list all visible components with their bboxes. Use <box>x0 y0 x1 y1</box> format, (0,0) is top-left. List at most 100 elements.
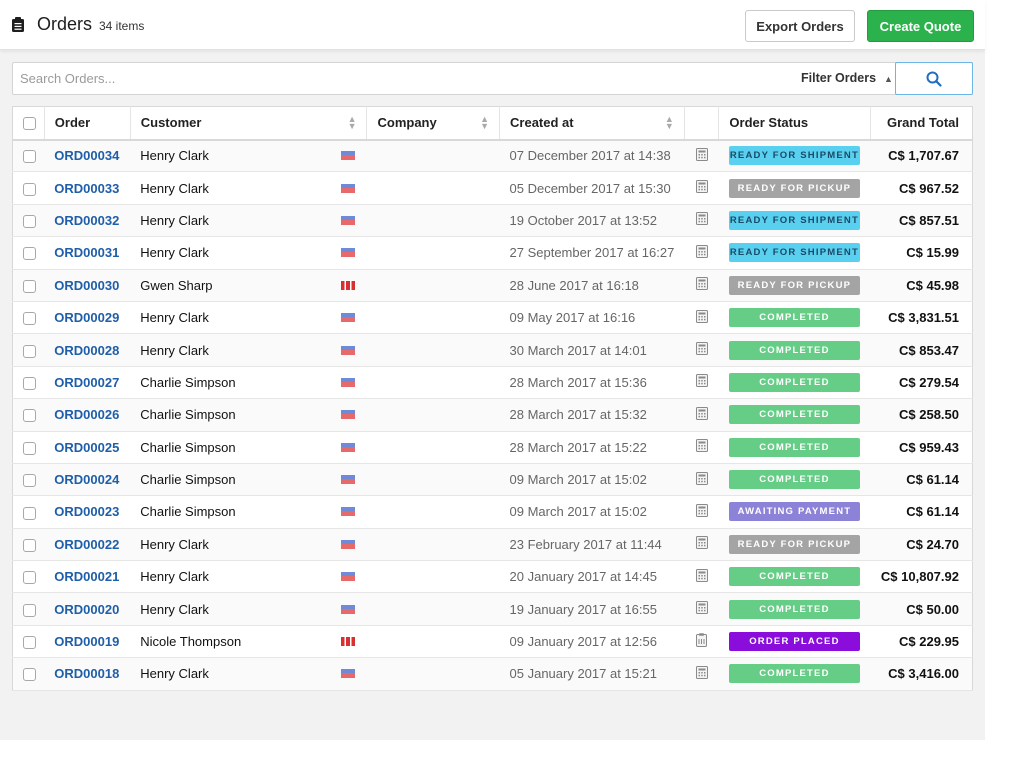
table-row[interactable]: ORD00023 Charlie Simpson 09 March 2017 a… <box>12 495 973 529</box>
order-link[interactable]: ORD00029 <box>54 310 119 325</box>
row-checkbox[interactable] <box>23 312 36 326</box>
calculator-icon[interactable] <box>695 244 708 261</box>
order-link[interactable]: ORD00027 <box>54 375 119 390</box>
us-flag-icon <box>340 604 355 614</box>
order-link[interactable]: ORD00033 <box>54 181 119 196</box>
table-row[interactable]: ORD00025 Charlie Simpson 28 March 2017 a… <box>12 431 973 464</box>
order-link[interactable]: ORD00031 <box>54 245 119 260</box>
company-cell <box>367 237 500 269</box>
table-row[interactable]: ORD00021 Henry Clark 20 January 2017 at … <box>12 560 973 593</box>
column-company[interactable]: Company ▲ ▼ <box>366 106 501 140</box>
row-checkbox[interactable] <box>23 279 36 293</box>
icon-cell <box>684 172 719 204</box>
search-button[interactable] <box>895 62 973 95</box>
table-row[interactable]: ORD00018 Henry Clark 05 January 2017 at … <box>12 657 973 691</box>
order-link[interactable]: ORD00021 <box>54 569 119 584</box>
order-link[interactable]: ORD00023 <box>54 504 119 519</box>
row-select-cell <box>13 172 45 204</box>
calculator-icon[interactable] <box>695 536 708 552</box>
grand-total-cell: C$ 61.14 <box>906 504 959 520</box>
status-badge: COMPLETED <box>728 664 860 684</box>
row-checkbox[interactable] <box>23 603 36 617</box>
calculator-icon[interactable] <box>695 601 708 617</box>
column-created-at[interactable]: Created at ▲ ▼ <box>499 106 685 140</box>
row-checkbox[interactable] <box>23 636 36 650</box>
order-link[interactable]: ORD00025 <box>54 440 119 455</box>
created-at-cell: 28 June 2017 at 16:18 <box>509 277 639 293</box>
table-row[interactable]: ORD00024 Charlie Simpson 09 March 2017 a… <box>12 463 973 496</box>
calculator-icon[interactable] <box>695 503 708 520</box>
order-link[interactable]: ORD00022 <box>54 537 119 552</box>
company-cell <box>367 625 500 657</box>
created-at-cell: 19 January 2017 at 16:55 <box>509 601 657 617</box>
table-row[interactable]: ORD00028 Henry Clark 30 March 2017 at 14… <box>12 333 973 367</box>
calculator-icon[interactable] <box>695 277 708 293</box>
table-row[interactable]: ORD00034 Henry Clark 07 December 2017 at… <box>12 139 973 172</box>
order-link[interactable]: ORD00030 <box>54 278 119 293</box>
calculator-icon[interactable] <box>695 342 708 358</box>
calculator-icon[interactable] <box>695 439 708 455</box>
row-checkbox[interactable] <box>23 538 36 552</box>
row-checkbox[interactable] <box>23 376 36 390</box>
row-checkbox[interactable] <box>23 150 36 164</box>
order-link[interactable]: ORD00028 <box>54 343 119 358</box>
calculator-icon[interactable] <box>695 471 708 488</box>
row-checkbox[interactable] <box>23 474 36 488</box>
table-row[interactable]: ORD00031 Henry Clark 27 September 2017 a… <box>12 236 973 270</box>
search-input[interactable] <box>13 63 713 94</box>
order-cell: ORD00034 <box>44 140 130 172</box>
order-link[interactable]: ORD00018 <box>54 666 119 681</box>
row-select-cell <box>13 431 45 463</box>
filter-orders-select[interactable]: Filter Orders ▲▼ <box>801 71 902 85</box>
calculator-icon[interactable] <box>695 665 708 682</box>
calculator-icon[interactable] <box>695 374 708 390</box>
us-flag-icon <box>340 442 355 452</box>
calculator-icon[interactable] <box>695 212 708 228</box>
customer-cell: Henry Clark <box>130 561 367 593</box>
calculator-icon[interactable] <box>695 180 708 196</box>
table-row[interactable]: ORD00030 Gwen Sharp 28 June 2017 at 16:1… <box>12 269 973 302</box>
order-link[interactable]: ORD00034 <box>54 148 119 163</box>
row-checkbox[interactable] <box>23 409 36 423</box>
row-checkbox[interactable] <box>23 441 36 455</box>
customer-name: Gwen Sharp <box>140 277 213 293</box>
calculator-icon[interactable] <box>695 568 708 585</box>
table-row[interactable]: ORD00020 Henry Clark 19 January 2017 at … <box>12 592 973 626</box>
icon-cell <box>684 593 719 625</box>
row-checkbox[interactable] <box>23 668 36 682</box>
row-checkbox[interactable] <box>23 247 36 261</box>
select-all-checkbox[interactable] <box>23 117 36 131</box>
clipboard-icon[interactable] <box>696 633 708 650</box>
row-checkbox[interactable] <box>23 215 36 228</box>
order-link[interactable]: ORD00019 <box>54 634 119 649</box>
order-link[interactable]: ORD00020 <box>54 602 119 617</box>
calculator-icon[interactable] <box>695 309 708 326</box>
row-checkbox[interactable] <box>23 571 36 585</box>
us-flag-icon <box>340 507 355 517</box>
sort-icon: ▲ ▼ <box>664 114 674 131</box>
row-checkbox[interactable] <box>23 182 36 196</box>
status-cell: READY FOR SHIPMENT <box>719 140 871 172</box>
order-link[interactable]: ORD00024 <box>54 472 119 487</box>
create-quote-button[interactable]: Create Quote <box>867 10 974 42</box>
calculator-icon[interactable] <box>695 147 708 164</box>
table-row[interactable]: ORD00032 Henry Clark 19 October 2017 at … <box>12 204 973 237</box>
status-badge: READY FOR PICKUP <box>728 534 860 554</box>
grand-total-cell: C$ 258.50 <box>899 407 959 423</box>
table-row[interactable]: ORD00033 Henry Clark 05 December 2017 at… <box>12 171 973 205</box>
order-link[interactable]: ORD00026 <box>54 407 119 422</box>
calculator-icon[interactable] <box>695 406 708 423</box>
column-customer[interactable]: Customer ▲ ▼ <box>130 106 368 140</box>
row-checkbox[interactable] <box>23 506 36 520</box>
table-row[interactable]: ORD00026 Charlie Simpson 28 March 2017 a… <box>12 398 973 432</box>
table-row[interactable]: ORD00019 Nicole Thompson 09 January 2017… <box>12 625 973 658</box>
us-flag-icon <box>340 669 355 679</box>
row-checkbox[interactable] <box>23 344 36 358</box>
table-row[interactable]: ORD00029 Henry Clark 09 May 2017 at 16:1… <box>12 301 973 334</box>
table-row[interactable]: ORD00022 Henry Clark 23 February 2017 at… <box>12 528 973 561</box>
customer-name: Nicole Thompson <box>140 634 242 650</box>
table-row[interactable]: ORD00027 Charlie Simpson 28 March 2017 a… <box>12 366 973 399</box>
export-orders-button[interactable]: Export Orders <box>745 10 855 42</box>
order-link[interactable]: ORD00032 <box>54 213 119 228</box>
column-order[interactable]: Order <box>44 106 131 140</box>
